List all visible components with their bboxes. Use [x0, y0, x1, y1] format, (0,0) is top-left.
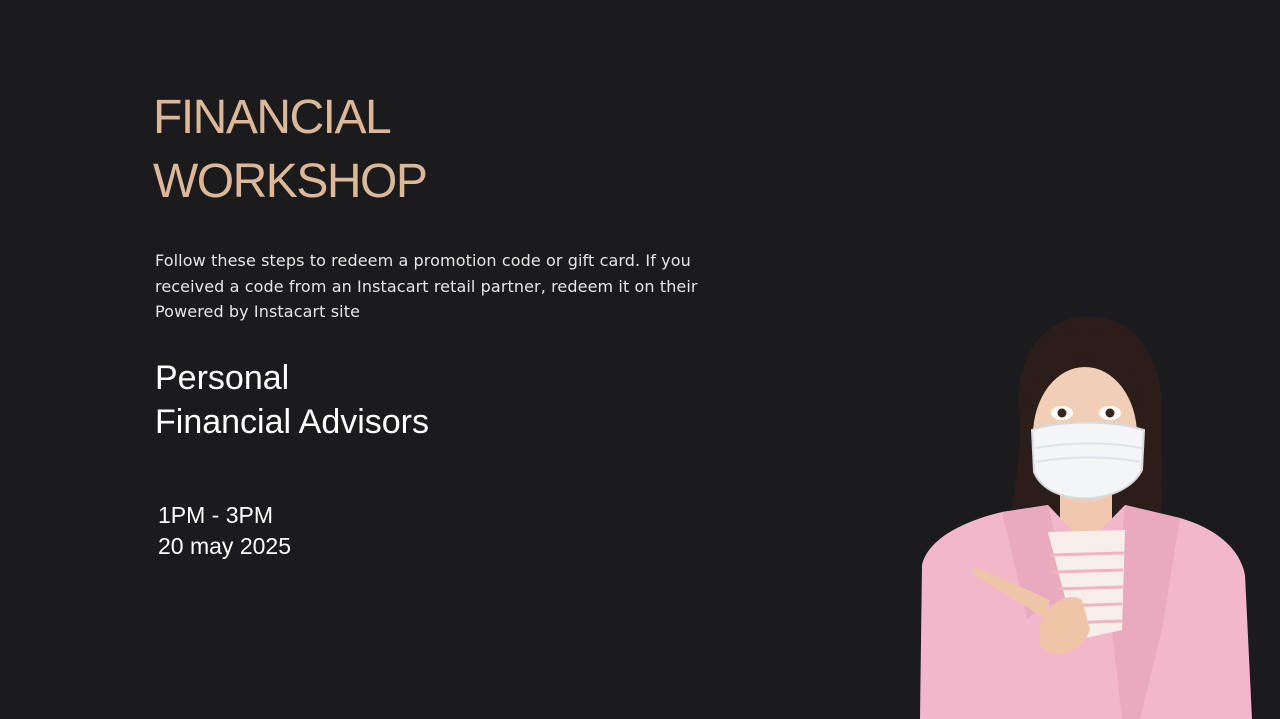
woman-pointing-photo [920, 316, 1252, 719]
slide-canvas: FINANCIAL WORKSHOP Follow these steps to… [0, 0, 1280, 719]
event-time: 1PM - 3PM [158, 502, 274, 528]
title-line-2: WORKSHOP [153, 155, 428, 208]
subtitle-line-1: Personal [155, 359, 290, 397]
subtitle-line-2: Financial Advisors [155, 403, 430, 441]
workshop-subtitle: Personal Financial Advisors [155, 356, 429, 444]
title-line-1: FINANCIAL [153, 91, 392, 144]
workshop-description: Follow these steps to redeem a promotion… [155, 251, 698, 321]
event-schedule: 1PM - 3PM 20 may 2025 [158, 500, 291, 562]
event-date: 20 may 2025 [158, 533, 291, 559]
workshop-title: FINANCIAL WORKSHOP [153, 86, 428, 214]
